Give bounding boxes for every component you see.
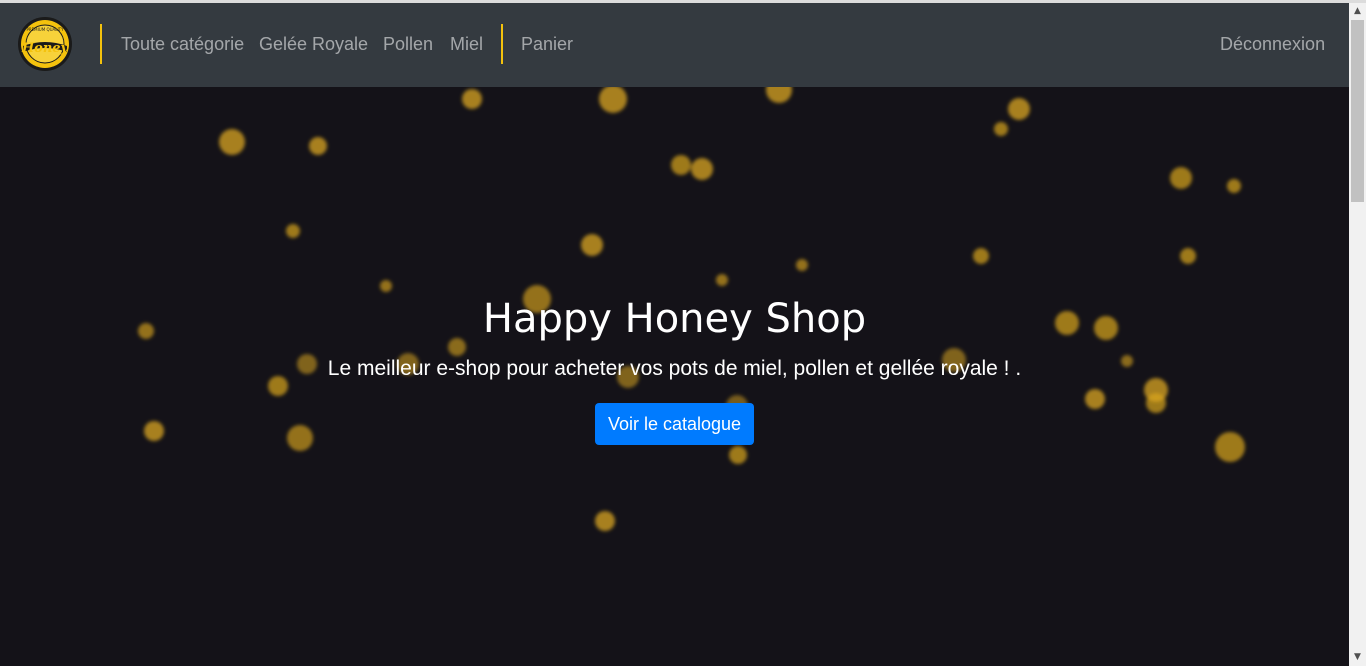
bokeh-dot	[581, 234, 603, 256]
nav-divider-left	[100, 24, 102, 64]
bokeh-dot	[595, 511, 615, 531]
nav-item-gelee-royale[interactable]: Gelée Royale	[259, 34, 368, 55]
scroll-down-arrow-icon[interactable]: ▼	[1349, 649, 1366, 666]
bokeh-dot	[599, 87, 627, 113]
nav-item-miel[interactable]: Miel	[450, 34, 483, 55]
main-navbar: Honey PREMIUM QUALITY Toute catégorie Ge…	[0, 3, 1349, 87]
logo-ribbon-text: PREMIUM QUALITY	[26, 27, 64, 32]
bokeh-dot	[462, 89, 482, 109]
bokeh-dot	[1170, 167, 1192, 189]
bokeh-dot	[716, 274, 728, 286]
bokeh-dot	[1215, 432, 1245, 462]
nav-item-toute-categorie[interactable]: Toute catégorie	[121, 34, 244, 55]
bokeh-dot	[1085, 389, 1105, 409]
nav-divider-right	[501, 24, 503, 64]
hero-subtitle: Le meilleur e-shop pour acheter vos pots…	[327, 357, 1022, 380]
bokeh-dot	[994, 122, 1008, 136]
scroll-up-arrow-icon[interactable]: ▲	[1349, 3, 1366, 20]
nav-item-pollen[interactable]: Pollen	[383, 34, 433, 55]
bokeh-dot	[219, 129, 245, 155]
bokeh-dot	[973, 248, 989, 264]
bokeh-dot	[286, 224, 300, 238]
bokeh-dot	[287, 425, 313, 451]
bokeh-dot	[691, 158, 713, 180]
bokeh-dot	[671, 155, 691, 175]
bokeh-dot	[144, 421, 164, 441]
nav-item-panier[interactable]: Panier	[521, 34, 573, 55]
bokeh-dot	[309, 137, 327, 155]
bokeh-dot	[380, 280, 392, 292]
bokeh-dot	[1146, 393, 1166, 413]
bokeh-dot	[1180, 248, 1196, 264]
hero-section: Happy Honey Shop Le meilleur e-shop pour…	[0, 87, 1349, 666]
bokeh-dot	[729, 446, 747, 464]
logout-link[interactable]: Déconnexion	[1220, 34, 1325, 55]
honey-logo-icon[interactable]: Honey PREMIUM QUALITY	[17, 16, 73, 72]
scroll-thumb[interactable]	[1351, 20, 1364, 202]
vertical-scrollbar[interactable]: ▲ ▼	[1349, 3, 1366, 666]
bokeh-dot	[796, 259, 808, 271]
bokeh-dot	[766, 87, 792, 103]
bokeh-dot	[1227, 179, 1241, 193]
bokeh-dot	[1008, 98, 1030, 120]
hero-title: Happy Honey Shop	[482, 296, 867, 342]
logo-text: Honey	[21, 41, 70, 56]
catalogue-button[interactable]: Voir le catalogue	[595, 403, 754, 445]
